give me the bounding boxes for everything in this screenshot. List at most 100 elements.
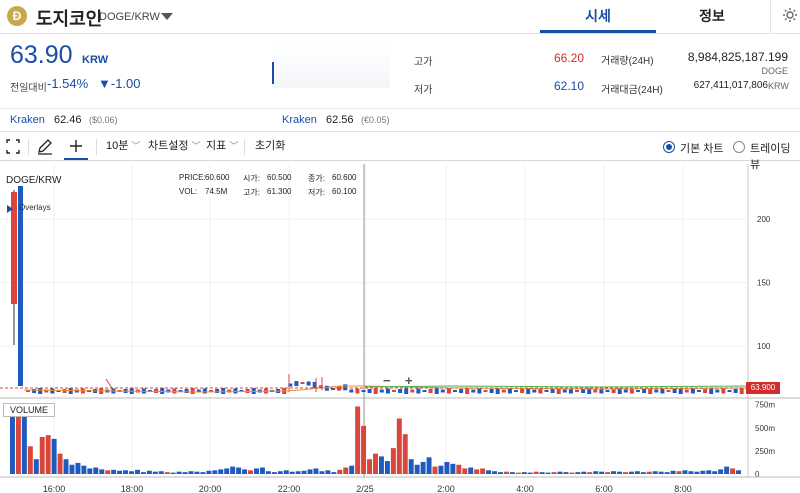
volume-bar (599, 471, 605, 474)
gear-icon (783, 8, 797, 22)
price-chart-svg[interactable]: 200 150 100 750m 500m 250m 0 16:00 18:00 20:00 22:… (0, 162, 800, 493)
volume-bar (39, 437, 45, 474)
interval-select[interactable]: 10분 ﹀ (106, 133, 140, 160)
volume-bar (670, 470, 676, 474)
high-value: 66.20 (553, 51, 584, 65)
candle (404, 388, 409, 394)
volume-bar (283, 470, 289, 474)
volume-axis-tick-label: 0 (755, 470, 760, 479)
candle (385, 388, 390, 394)
candle (605, 390, 610, 392)
volume-bar (634, 471, 640, 474)
fullscreen-button[interactable] (6, 133, 22, 160)
overlays-label[interactable]: Overlays (19, 203, 51, 212)
candle (739, 388, 744, 394)
volume-bar (230, 466, 236, 474)
annotation-line (105, 378, 113, 389)
tab-quote[interactable]: 시세 (540, 0, 656, 33)
time-axis-tick-label: 4:00 (516, 484, 534, 493)
volume-bar (664, 472, 670, 474)
candle (190, 388, 195, 394)
volume-bar (301, 470, 307, 474)
candle (392, 390, 396, 392)
volume-bar (402, 434, 408, 474)
basic-chart-label[interactable]: 기본 차트 (680, 140, 724, 156)
volume-bar (611, 471, 617, 474)
volume-bar (140, 472, 146, 474)
volume-bar (521, 472, 527, 474)
volume-bar (254, 468, 259, 474)
volume-bar (551, 472, 557, 474)
exchange-converted: (€0.05) (361, 115, 390, 125)
price-unit: KRW (82, 54, 109, 66)
volume-bar (21, 411, 27, 474)
candle (160, 388, 165, 394)
volume-bar (75, 462, 81, 474)
exchange-name[interactable]: Kraken (10, 114, 45, 126)
volume-bar (498, 472, 503, 474)
volume-bar (390, 448, 396, 474)
exchange-reference-row: Kraken 62.46 ($0.06) Kraken 62.56 (€0.05… (0, 108, 800, 132)
volume-bar (337, 469, 343, 474)
ohlc-high-label: 고가: (243, 188, 260, 197)
moving-average-line (364, 385, 749, 388)
ohlc-price-label: PRICE: (179, 173, 206, 182)
candle (501, 389, 506, 393)
candle (684, 389, 689, 393)
volume-bar (355, 406, 361, 474)
volume-bar (486, 470, 492, 474)
candle (184, 389, 189, 393)
volume-bar (194, 471, 200, 474)
crosshair-button[interactable] (64, 133, 88, 160)
coin-name: 도지코인 (36, 9, 103, 29)
draw-tool-button[interactable] (36, 133, 54, 160)
reset-button[interactable]: 초기화 (255, 133, 285, 160)
basic-chart-radio[interactable] (663, 141, 675, 153)
volume-bar (170, 472, 176, 474)
volume-bar (682, 470, 688, 474)
candle (538, 388, 543, 394)
volume-bar (640, 472, 646, 474)
chart-settings-menu[interactable]: 차트설정 ﹀ (148, 133, 201, 160)
ohlc-vol: 74.5M (205, 187, 228, 196)
fullscreen-icon (6, 139, 20, 154)
toolbar-divider (244, 139, 245, 155)
indicators-menu[interactable]: 지표 ﹀ (206, 133, 238, 160)
amount-24h-label: 거래대금(24H) (601, 85, 663, 96)
volume-bar (158, 471, 164, 474)
volume-bar (563, 472, 569, 474)
volume-bar (265, 471, 271, 474)
candle (373, 388, 378, 394)
candle (416, 388, 421, 394)
coin-pair: DOGE/KRW (99, 11, 160, 23)
candle (733, 389, 738, 393)
coin-selector-chevron-down-icon[interactable] (161, 13, 173, 20)
volume-bar (420, 461, 426, 474)
volume-bar (736, 470, 741, 474)
exchange-name[interactable]: Kraken (282, 114, 317, 126)
settings-button[interactable] (770, 0, 800, 34)
overlays-toggle-icon[interactable] (7, 205, 13, 213)
tab-info[interactable]: 정보 (656, 0, 768, 33)
price-chart[interactable]: 200 150 100 750m 500m 250m 0 16:00 18:00 20:00 22:… (0, 162, 800, 493)
zoom-out-button[interactable]: − (383, 373, 391, 388)
volume-bar (378, 456, 384, 474)
exchange-price: 62.56 (326, 114, 354, 126)
candle (593, 389, 598, 393)
candle (703, 389, 708, 393)
volume-pane-label: VOLUME (3, 403, 56, 417)
volume-bar (271, 472, 277, 474)
ohlc-vol-label: VOL: (179, 187, 198, 196)
chart-settings-label: 차트설정 (148, 140, 189, 152)
zoom-in-button[interactable]: + (405, 373, 413, 388)
interval-label: 10분 (106, 140, 129, 152)
volume-bar (248, 470, 253, 474)
volume-24h-unit: DOGE (761, 66, 788, 76)
dogecoin-logo-icon: Ð (7, 6, 27, 26)
toolbar-divider (96, 139, 97, 155)
candle (306, 381, 311, 386)
volume-bar (218, 469, 224, 474)
candle (690, 388, 695, 394)
tradingview-radio[interactable] (733, 141, 745, 153)
candle (507, 388, 512, 394)
